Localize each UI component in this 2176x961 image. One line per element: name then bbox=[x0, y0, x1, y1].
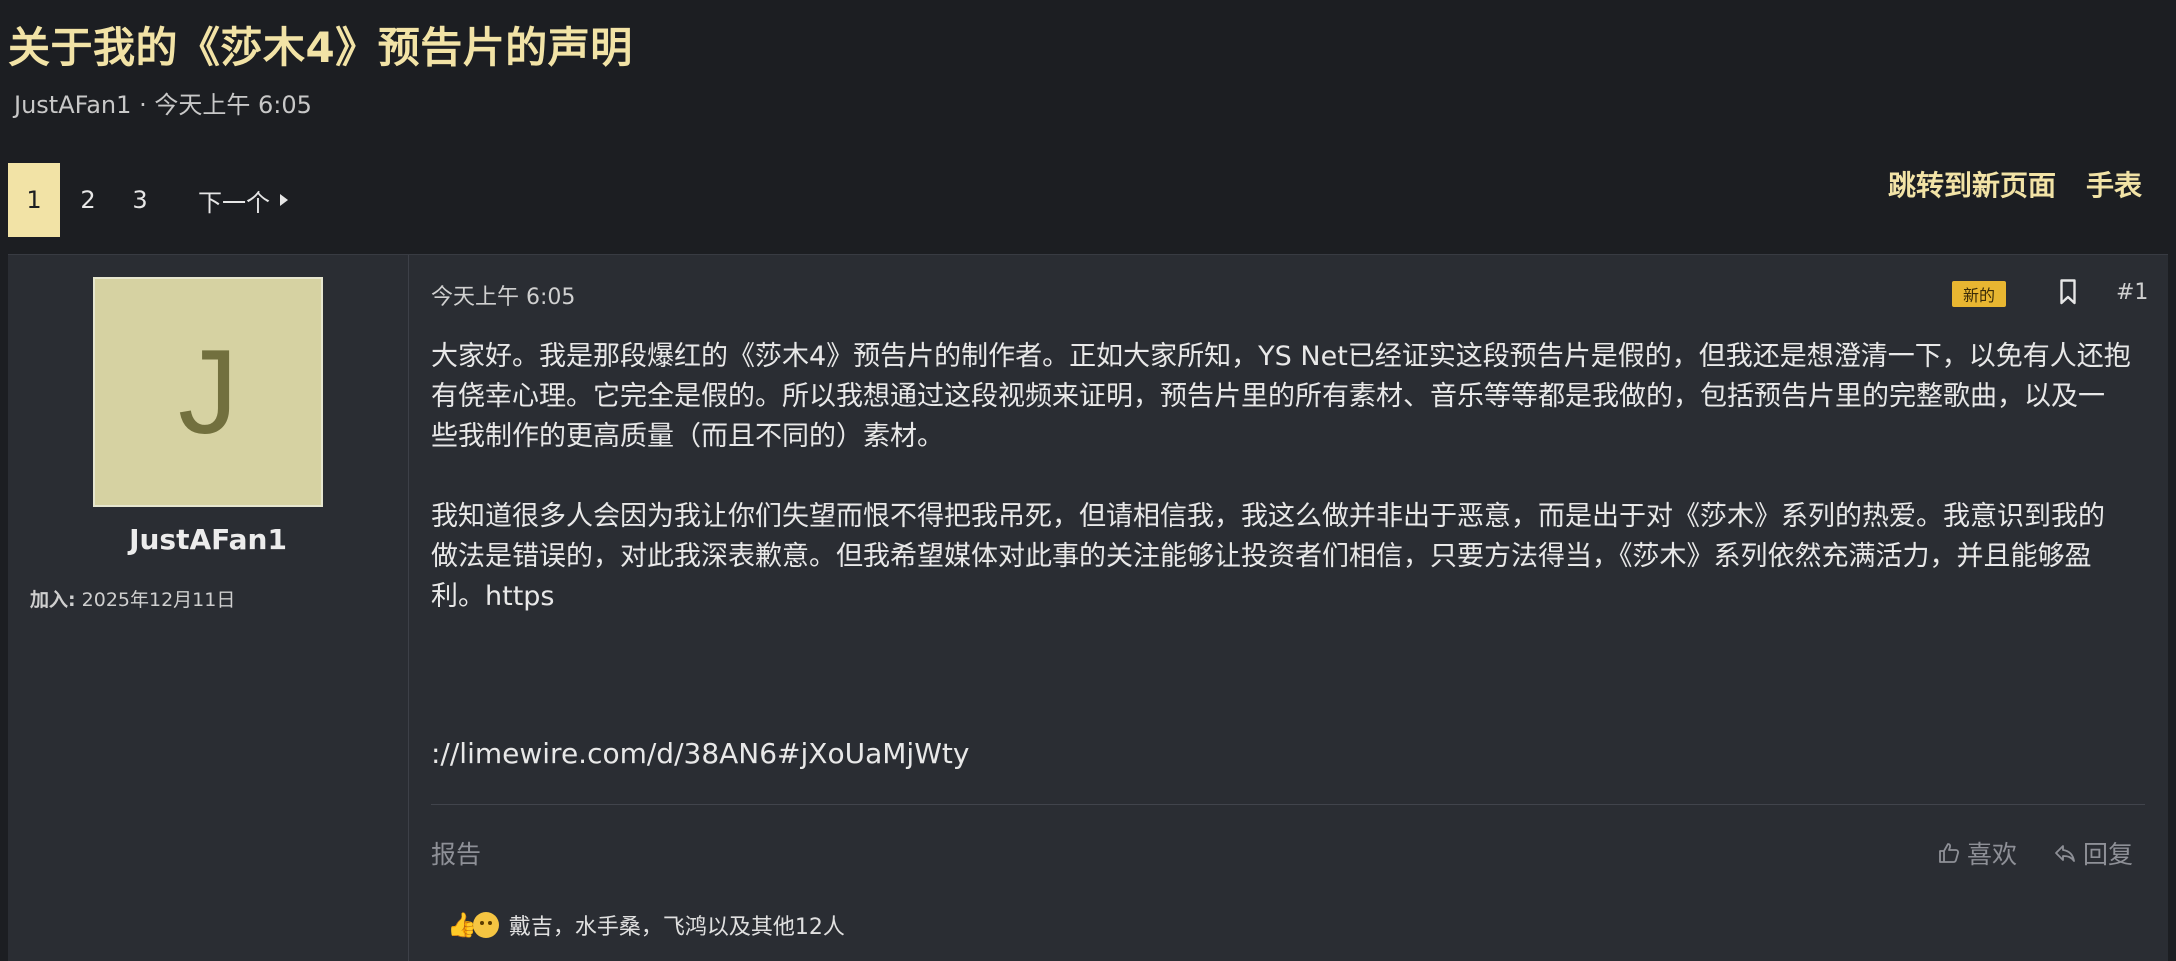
next-page-button[interactable]: 下一个 bbox=[198, 183, 288, 218]
post: J JustAFan1 加入: 2025年12月11日 今天上午 6:05 新的… bbox=[8, 254, 2168, 961]
pagination: 1 2 3 下一个 bbox=[8, 163, 288, 237]
reaction-icons: 👍 bbox=[447, 911, 499, 939]
reply-label: 回复 bbox=[2083, 840, 2134, 869]
reply-button[interactable]: 回复 bbox=[2053, 835, 2133, 871]
joined-date: 2025年12月11日 bbox=[81, 589, 236, 611]
joined-info: 加入: 2025年12月11日 bbox=[30, 585, 235, 612]
reply-icon bbox=[2055, 845, 2075, 862]
watch-button[interactable]: 手表 bbox=[2086, 164, 2142, 204]
post-paragraph: 大家好。我是那段爆红的《莎木4》预告片的制作者。正如大家所知，YS Net已经证… bbox=[431, 341, 2131, 452]
meta-separator: · bbox=[139, 91, 147, 119]
jump-to-new-button[interactable]: 跳转到新页面 bbox=[1888, 164, 2056, 204]
post-user-cell: J JustAFan1 加入: 2025年12月11日 bbox=[8, 255, 409, 961]
next-page-label: 下一个 bbox=[198, 188, 270, 217]
bookmark-icon[interactable] bbox=[2060, 279, 2076, 305]
like-button[interactable]: 喜欢 bbox=[1937, 835, 2017, 871]
thread-actions: 跳转到新页面 手表 bbox=[1888, 164, 2142, 204]
thinking-face-reaction-icon bbox=[472, 912, 499, 938]
page-2-button[interactable]: 2 bbox=[64, 163, 112, 237]
post-username[interactable]: JustAFan1 bbox=[8, 523, 408, 556]
thread-title: 关于我的《莎木4》预告片的声明 bbox=[8, 23, 633, 72]
page-1-button[interactable]: 1 bbox=[8, 163, 60, 237]
post-time[interactable]: 今天上午 6:05 bbox=[431, 279, 575, 311]
post-main-cell: 今天上午 6:05 新的 #1 大家好。我是那段爆红的《莎木4》预告片的制作者。… bbox=[409, 255, 2168, 961]
thumbs-up-icon bbox=[1939, 843, 1960, 863]
post-footer-divider bbox=[431, 804, 2145, 805]
thread-posted-time[interactable]: 今天上午 6:05 bbox=[154, 91, 312, 119]
avatar[interactable]: J bbox=[93, 277, 323, 507]
joined-label: 加入: bbox=[30, 589, 76, 611]
new-badge: 新的 bbox=[1952, 281, 2006, 307]
post-number[interactable]: #1 bbox=[2116, 280, 2148, 305]
page-3-button[interactable]: 3 bbox=[116, 163, 164, 237]
report-button[interactable]: 报告 bbox=[431, 835, 481, 871]
post-paragraph: 我知道很多人会因为我让你们失望而恨不得把我吊死，但请相信我，我这么做并非出于恶意… bbox=[431, 501, 2105, 612]
post-body: 大家好。我是那段爆红的《莎木4》预告片的制作者。正如大家所知，YS Net已经证… bbox=[431, 337, 2131, 617]
reactions-text: 戴吉，水手桑，飞鸿以及其他12人 bbox=[508, 915, 845, 940]
thread-meta: JustAFan1 · 今天上午 6:05 bbox=[14, 85, 312, 120]
chevron-right-icon bbox=[280, 194, 288, 206]
like-label: 喜欢 bbox=[1967, 840, 2018, 869]
thread-author[interactable]: JustAFan1 bbox=[14, 91, 131, 119]
thread-header: 关于我的《莎木4》预告片的声明 JustAFan1 · 今天上午 6:05 1 … bbox=[0, 0, 2176, 252]
post-link[interactable]: ://limewire.com/d/38AN6#jXoUaMjWty bbox=[431, 737, 969, 770]
reactions-summary[interactable]: 👍 戴吉，水手桑，飞鸿以及其他12人 bbox=[447, 909, 845, 941]
